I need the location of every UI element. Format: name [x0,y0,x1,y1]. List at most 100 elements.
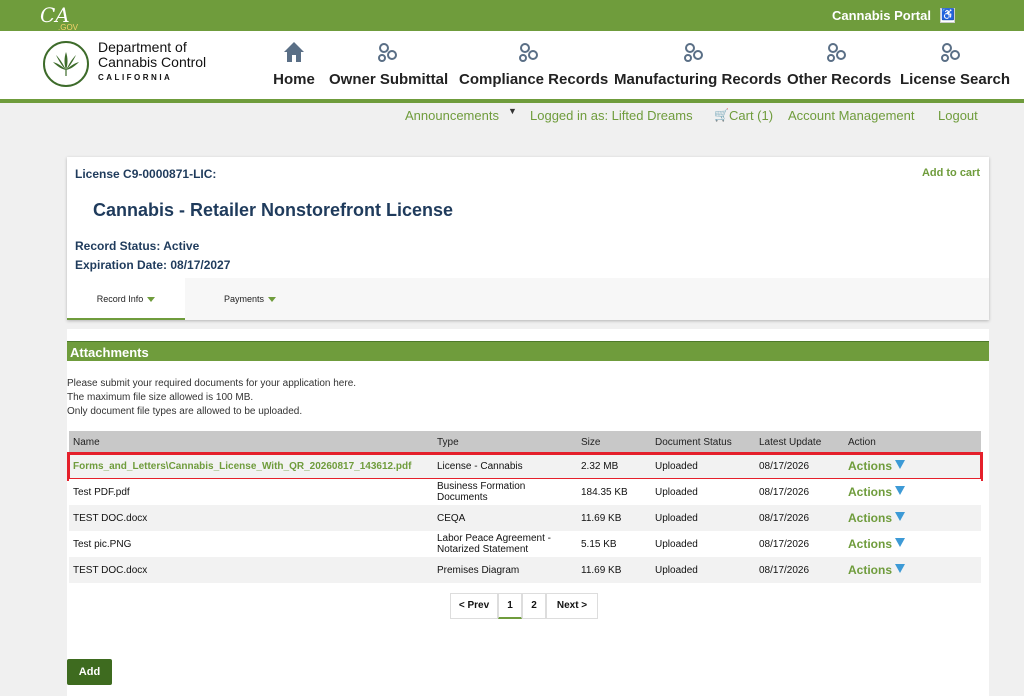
add-to-cart-link[interactable]: Add to cart [922,167,980,179]
file-type: Labor Peace Agreement - Notarized Statem… [437,533,551,555]
nav-home[interactable]: Home [273,39,315,91]
chevron-down-icon [895,486,906,495]
table-row: Test pic.PNG Labor Peace Agreement - Not… [69,531,981,557]
actions-dropdown[interactable]: Actions [848,511,906,525]
add-attachment-button[interactable]: Add [67,659,112,685]
tab-payments[interactable]: Payments [185,278,315,320]
nav-owner-submittal[interactable]: Owner Submittal [329,39,449,91]
account-management-link[interactable]: Account Management [788,108,914,123]
gears-icon [826,43,846,62]
file-name[interactable]: Test pic.PNG [73,539,131,550]
tab-record-info-label: Record Info [96,294,144,304]
ca-gov-logo[interactable]: CA .GOV [40,4,78,32]
chevron-down-icon [895,538,906,547]
record-status: Record Status: Active [75,239,200,253]
nav-owner-submittal-label: Owner Submittal [329,71,449,88]
table-header: Name Type Size Document Status Latest Up… [69,431,981,453]
latest-update: 08/17/2026 [759,461,810,472]
nav-other-records[interactable]: Other Records [787,39,892,91]
document-status: Uploaded [655,513,698,524]
actions-label: Actions [848,537,893,551]
file-type: CEQA [437,513,466,524]
instruction-line: Please submit your required documents fo… [67,378,357,389]
document-status: Uploaded [655,539,698,550]
attachments-header: Attachments [67,341,989,361]
tab-payments-label: Payments [223,294,265,304]
gears-icon [940,43,960,62]
next-page-button[interactable]: Next > [546,593,598,619]
col-type[interactable]: Type [437,437,459,448]
chevron-down-icon [895,564,906,573]
nav-compliance-records[interactable]: Compliance Records [459,39,609,91]
announcements-link[interactable]: Announcements [405,108,499,123]
file-name-link[interactable]: Forms_and_Letters\Cannabis_License_With_… [73,461,411,472]
file-size: 11.69 KB [581,565,622,576]
table-row: Forms_and_Letters\Cannabis_License_With_… [67,452,983,481]
file-type: License - Cannabis [437,461,523,472]
logout-link[interactable]: Logout [938,108,978,123]
actions-label: Actions [848,511,893,525]
table-row: TEST DOC.docx CEQA 11.69 KB Uploaded 08/… [69,505,981,531]
nav-manufacturing-records[interactable]: Manufacturing Records [614,39,782,91]
actions-label: Actions [848,485,893,499]
file-type: Business Formation Documents [437,481,526,503]
chevron-down-icon [268,297,277,303]
nav-other-records-label: Other Records [787,71,892,88]
document-status: Uploaded [655,565,698,576]
document-status: Uploaded [655,461,698,472]
col-document-status[interactable]: Document Status [655,437,732,448]
file-name[interactable]: Test PDF.pdf [73,487,130,498]
actions-dropdown[interactable]: Actions [848,537,906,551]
gears-icon [683,43,703,62]
portal-title: Cannabis Portal [832,8,931,23]
latest-update: 08/17/2026 [759,539,810,550]
department-name: Department of Cannabis Control CALIFORNI… [98,39,248,83]
col-size[interactable]: Size [581,437,600,448]
actions-dropdown[interactable]: Actions [848,485,906,499]
logged-in-label: Logged in as: Lifted Dreams [530,108,693,123]
cart-icon[interactable]: 🛒 [714,108,729,122]
latest-update: 08/17/2026 [759,513,810,524]
file-name[interactable]: TEST DOC.docx [73,565,147,576]
dept-name-line3: CALIFORNIA [98,73,173,82]
page-2-button[interactable]: 2 [522,593,546,619]
file-name[interactable]: TEST DOC.docx [73,513,147,524]
tab-record-info[interactable]: Record Info [67,278,185,320]
announcements-caret-icon[interactable]: ▼ [508,106,517,116]
chevron-down-icon [895,512,906,521]
table-row: Test PDF.pdf Business Formation Document… [69,479,981,505]
gears-icon [377,43,397,62]
prev-page-button[interactable]: < Prev [450,593,498,619]
actions-dropdown[interactable]: Actions [848,459,906,473]
table-row: TEST DOC.docx Premises Diagram 11.69 KB … [69,557,981,583]
dept-name-line2: Cannabis Control [98,54,207,70]
dept-name-line1: Department of [98,39,187,55]
site-header: Department of Cannabis Control CALIFORNI… [0,31,1024,99]
col-name[interactable]: Name [73,437,100,448]
page-1-button[interactable]: 1 [498,593,522,619]
nav-license-search[interactable]: License Search [900,39,1011,91]
nav-license-search-label: License Search [900,71,1011,88]
col-action: Action [848,437,876,448]
nav-home-label: Home [273,71,315,88]
instruction-line: The maximum file size allowed is 100 MB. [67,392,254,403]
file-size: 11.69 KB [581,513,622,524]
file-size: 5.15 KB [581,539,617,550]
accessibility-icon[interactable]: ♿ [940,8,955,23]
latest-update: 08/17/2026 [759,487,810,498]
attachments-table: Name Type Size Document Status Latest Up… [67,431,983,583]
gears-icon [519,43,538,62]
top-bar: CA .GOV Cannabis Portal ♿ [0,0,1024,32]
attachments-instructions: Please submit your required documents fo… [67,377,356,419]
actions-dropdown[interactable]: Actions [848,563,906,577]
cannabis-leaf-logo[interactable] [43,41,89,87]
attachments-section: Attachments Please submit your required … [67,329,989,696]
file-size: 184.35 KB [581,487,628,498]
latest-update: 08/17/2026 [759,565,810,576]
nav-compliance-records-label: Compliance Records [459,71,609,88]
record-card: License C9-0000871-LIC: Add to cart Cann… [67,157,989,320]
nav-manufacturing-records-label: Manufacturing Records [614,71,782,88]
col-latest-update[interactable]: Latest Update [759,437,821,448]
chevron-down-icon [147,297,156,303]
cart-link[interactable]: Cart (1) [729,108,773,123]
